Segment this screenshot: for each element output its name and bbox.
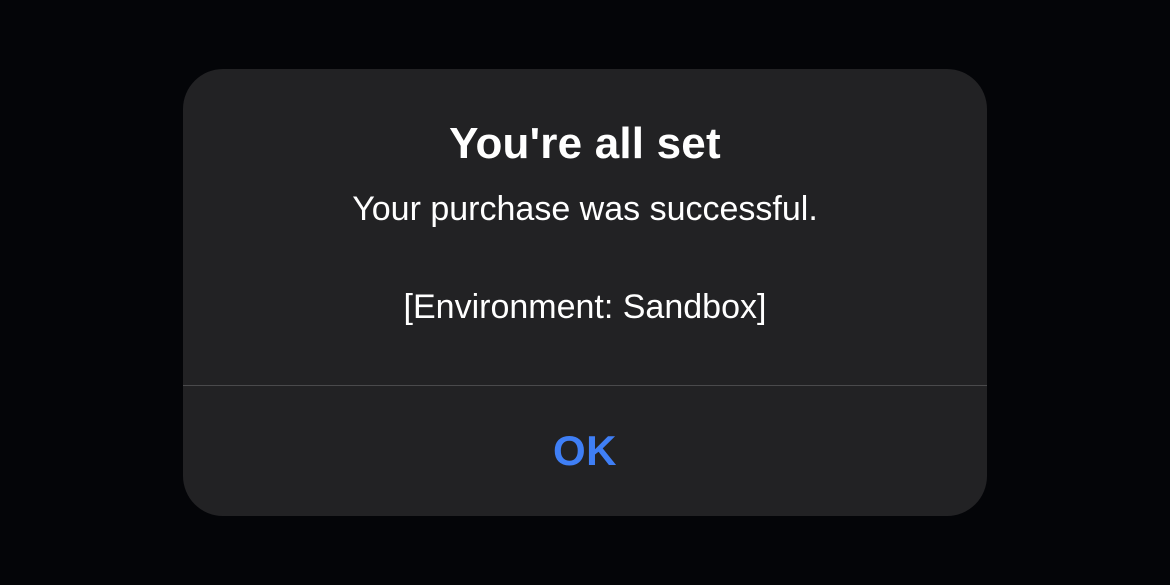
purchase-success-alert: You're all set Your purchase was success… [183,69,987,516]
alert-title: You're all set [223,119,947,169]
alert-message: Your purchase was successful. [223,187,947,231]
ok-button[interactable]: OK [183,386,987,516]
alert-environment-label: [Environment: Sandbox] [223,285,947,329]
ok-button-label: OK [553,427,617,475]
alert-body: You're all set Your purchase was success… [183,69,987,385]
